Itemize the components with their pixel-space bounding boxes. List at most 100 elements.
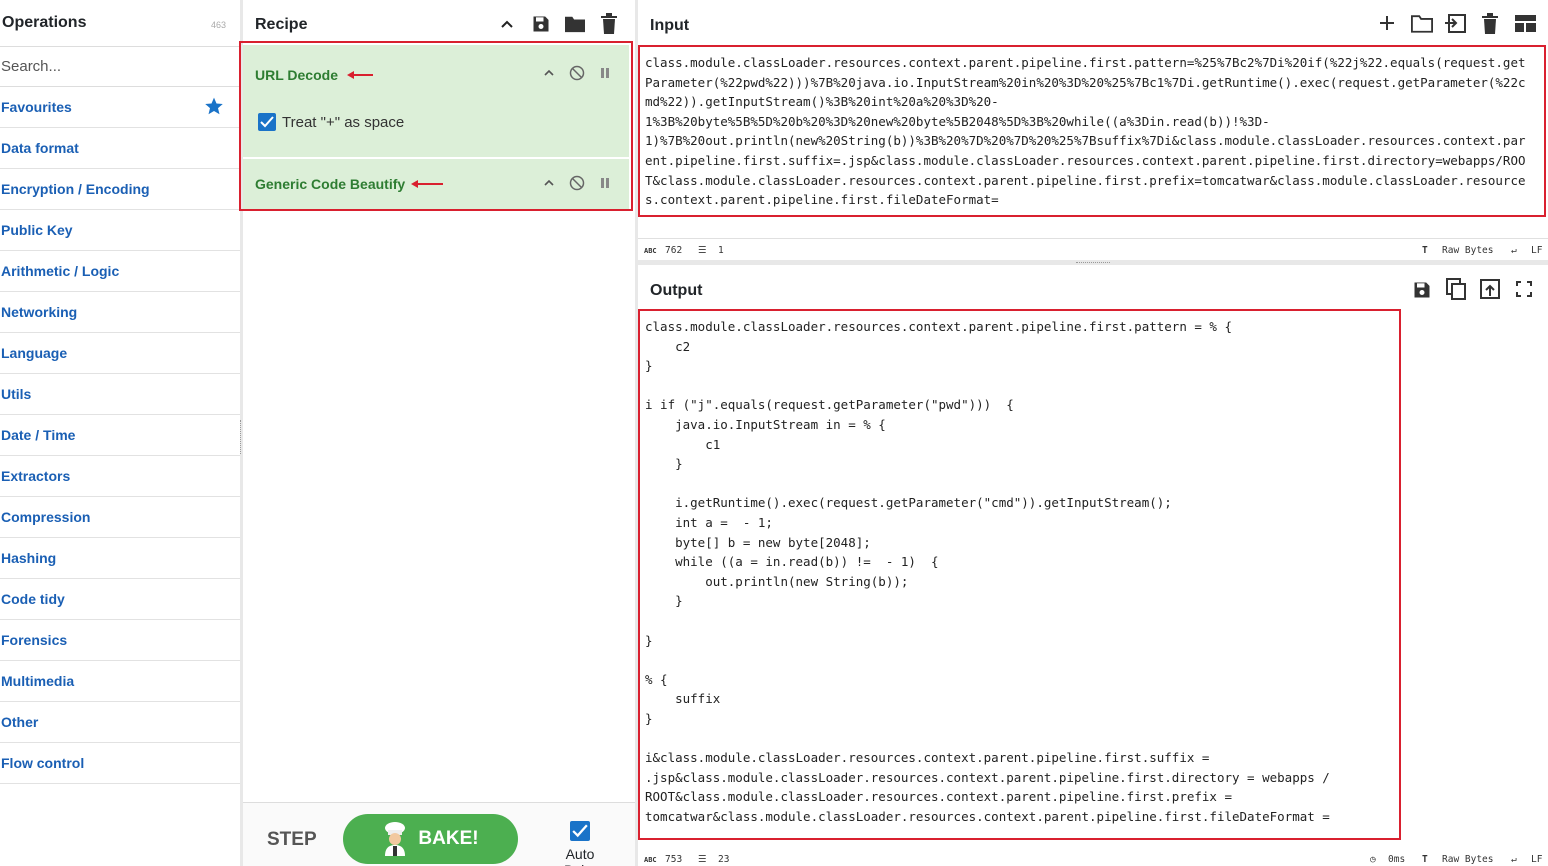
copy-icon[interactable] (1446, 278, 1466, 300)
category-networking[interactable]: Networking (0, 292, 240, 333)
output-time: 0ms (1388, 854, 1406, 865)
text-format-icon[interactable]: T (1422, 245, 1428, 256)
category-date-time[interactable]: Date / Time (0, 415, 240, 456)
save-icon[interactable] (1412, 280, 1432, 300)
folder-icon[interactable] (564, 14, 586, 34)
input-text: class.module.classLoader.resources.conte… (645, 55, 1526, 208)
input-lines: 1 (718, 245, 724, 256)
output-status-bar: ABC 753 ☰ 23 ◷ 0ms T Raw Bytes ↵ LF (638, 848, 1548, 866)
category-multimedia[interactable]: Multimedia (0, 661, 240, 702)
treat-plus-as-space-checkbox[interactable] (258, 113, 276, 131)
chef-icon (385, 822, 406, 856)
recipe-op-url-decode[interactable]: URL Decode Treat "+" as space (243, 45, 629, 157)
category-code-tidy[interactable]: Code tidy (0, 579, 240, 620)
disable-icon[interactable] (569, 175, 585, 191)
output-eol[interactable]: LF (1531, 854, 1542, 865)
trash-icon[interactable] (600, 13, 618, 34)
auto-bake-toggle[interactable]: Auto Bake (548, 821, 612, 866)
category-label: Date / Time (1, 427, 76, 443)
category-label: Encryption / Encoding (1, 181, 150, 197)
output-encoding[interactable]: Raw Bytes (1442, 854, 1493, 865)
chevron-up-icon[interactable] (499, 16, 515, 32)
category-label: Favourites (1, 99, 72, 115)
recipe-title: Recipe (255, 16, 308, 33)
output-length: 753 (665, 854, 683, 865)
recipe-highlight-box: URL Decode Treat "+" as space Generic Co… (239, 41, 633, 211)
operations-header: Operations 463 (0, 0, 240, 47)
open-folder-icon[interactable] (1411, 14, 1433, 33)
eol-icon: ↵ (1511, 245, 1517, 256)
input-encoding[interactable]: Raw Bytes (1442, 245, 1493, 256)
input-status-bar: ABC 762 ☰ 1 T Raw Bytes ↵ LF (638, 238, 1548, 260)
replace-input-icon[interactable] (1480, 279, 1500, 299)
category-flow-control[interactable]: Flow control (0, 743, 240, 784)
category-public-key[interactable]: Public Key (0, 210, 240, 251)
auto-bake-checkbox[interactable] (570, 821, 590, 841)
category-label: Compression (1, 509, 91, 525)
resize-grip (1076, 262, 1110, 263)
bake-bar: STEP BAKE! Auto Bake (243, 802, 635, 866)
open-file-icon[interactable] (1444, 14, 1466, 33)
bake-label: BAKE! (418, 828, 479, 849)
option-label: Treat "+" as space (282, 113, 405, 131)
auto-bake-label: Auto Bake (564, 846, 596, 866)
trash-icon[interactable] (1481, 13, 1499, 34)
recipe-op-generic-code-beautify[interactable]: Generic Code Beautify (243, 159, 629, 209)
input-textarea[interactable]: class.module.classLoader.resources.conte… (638, 45, 1546, 217)
category-label: Hashing (1, 550, 57, 566)
operations-search-input[interactable]: Search... (0, 47, 240, 87)
pause-icon[interactable] (599, 177, 611, 189)
lines-icon: ☰ (698, 854, 707, 865)
category-language[interactable]: Language (0, 333, 240, 374)
text-format-icon[interactable]: T (1422, 854, 1428, 865)
category-label: Public Key (1, 222, 73, 238)
category-label: Language (1, 345, 68, 361)
category-favourites[interactable]: Favourites (0, 87, 240, 128)
red-arrow-icon (411, 180, 443, 188)
option-row: Treat "+" as space (258, 113, 404, 131)
disable-icon[interactable] (569, 65, 585, 81)
input-length: 762 (665, 245, 683, 256)
red-arrow-icon (347, 71, 373, 79)
category-other[interactable]: Other (0, 702, 240, 743)
bake-button[interactable]: BAKE! (343, 814, 518, 864)
add-tab-icon[interactable] (1379, 15, 1395, 31)
output-textarea[interactable]: class.module.classLoader.resources.conte… (638, 309, 1401, 840)
category-forensics[interactable]: Forensics (0, 620, 240, 661)
op-name: Generic Code Beautify (255, 176, 406, 192)
clock-icon: ◷ (1370, 854, 1376, 865)
length-icon: ABC (644, 247, 657, 255)
operations-panel: Operations 463 Search... Favourites Data… (0, 0, 240, 866)
eol-icon: ↵ (1511, 854, 1517, 865)
category-utils[interactable]: Utils (0, 374, 240, 415)
category-label: Utils (1, 386, 32, 402)
lines-icon: ☰ (698, 245, 707, 256)
category-label: Code tidy (1, 591, 65, 607)
layout-icon[interactable] (1515, 15, 1536, 32)
input-eol[interactable]: LF (1531, 245, 1542, 256)
category-label: Data format (1, 140, 79, 156)
category-compression[interactable]: Compression (0, 497, 240, 538)
maximise-icon[interactable] (1516, 281, 1532, 297)
operations-count: 463 (210, 20, 226, 30)
save-icon[interactable] (531, 14, 551, 34)
category-label: Forensics (1, 632, 68, 648)
output-lines: 23 (718, 854, 730, 865)
io-resizer[interactable] (638, 260, 1548, 265)
pause-icon[interactable] (599, 67, 611, 79)
category-data-format[interactable]: Data format (0, 128, 240, 169)
io-panel: Input class.module.classLoader.resources… (638, 0, 1548, 866)
category-label: Networking (1, 304, 78, 320)
category-extractors[interactable]: Extractors (0, 456, 240, 497)
category-hashing[interactable]: Hashing (0, 538, 240, 579)
category-arithmetic-logic[interactable]: Arithmetic / Logic (0, 251, 240, 292)
star-icon[interactable] (204, 96, 224, 116)
output-title: Output (650, 282, 703, 299)
chevron-up-icon[interactable] (543, 67, 555, 79)
input-title: Input (650, 17, 690, 34)
step-button[interactable]: STEP (267, 829, 317, 851)
chevron-up-icon[interactable] (543, 177, 555, 189)
category-list: Favourites Data format Encryption / Enco… (0, 87, 240, 784)
category-encryption-encoding[interactable]: Encryption / Encoding (0, 169, 240, 210)
category-label: Multimedia (1, 673, 75, 689)
